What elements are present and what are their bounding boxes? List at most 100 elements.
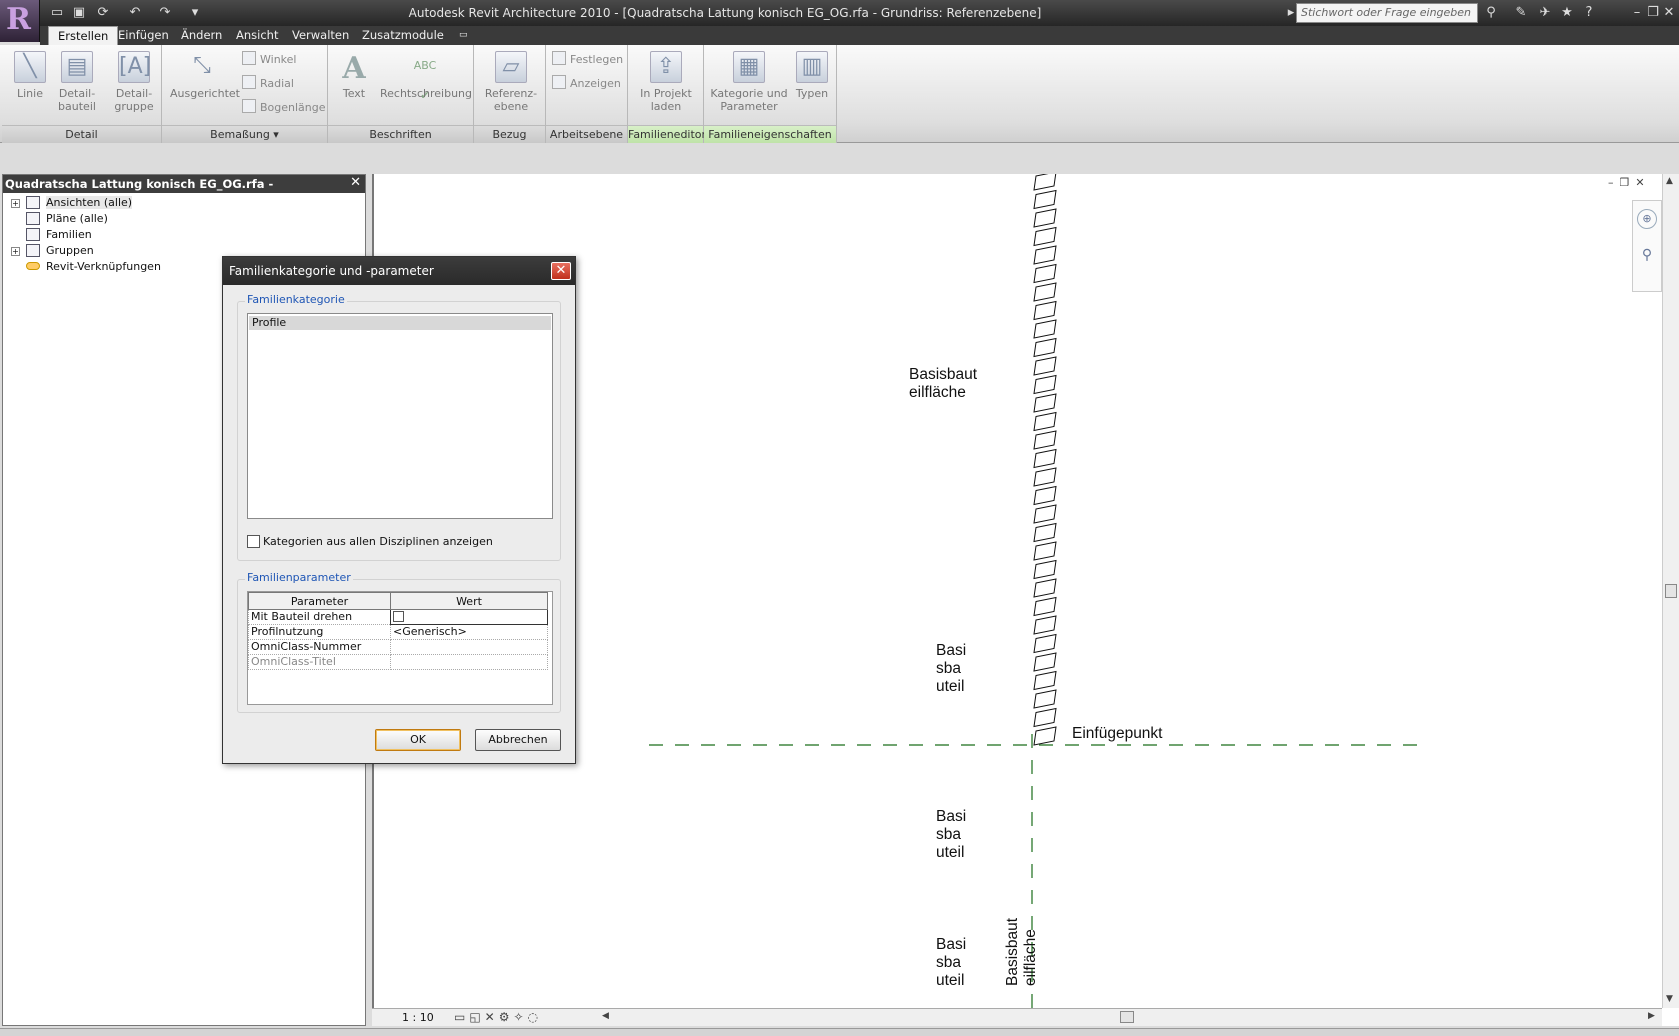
category-list[interactable]: Profile — [247, 313, 553, 519]
lath-segment — [1033, 633, 1057, 654]
ok-button[interactable]: OK — [375, 729, 461, 751]
typen-button[interactable]: ▥ Typen — [792, 49, 832, 100]
category-item-profile[interactable]: Profile — [249, 316, 551, 330]
window-title: Autodesk Revit Architecture 2010 - [Quad… — [408, 6, 1042, 20]
zoom-icon[interactable]: ⚲ — [1637, 247, 1657, 267]
scroll-thumb[interactable] — [1665, 584, 1677, 598]
ribbon-minimize-icon[interactable]: ▭ — [450, 26, 477, 45]
tab-erstellen[interactable]: Erstellen — [48, 26, 119, 45]
scroll-down-icon[interactable]: ▼ — [1666, 994, 1673, 1004]
radial-icon — [242, 75, 256, 89]
panel-dropdown-icon: ▾ — [273, 128, 279, 141]
tab-zusatzmodule[interactable]: Zusatzmodule — [353, 26, 453, 45]
application-menu-button[interactable]: R — [0, 0, 40, 42]
lath-segment — [1033, 652, 1057, 672]
close-icon[interactable]: ✕ — [551, 262, 571, 280]
lath-segment — [1033, 393, 1057, 413]
scroll-left-icon[interactable]: ◀ — [602, 1011, 609, 1021]
category-parameters-icon: ▦ — [733, 51, 765, 83]
param-value[interactable]: <Generisch> — [390, 624, 548, 640]
rechtschreibung-button[interactable]: ABC ✔ Rechtschreibung — [380, 49, 472, 102]
expand-icon[interactable]: + — [11, 199, 20, 208]
panel-detail: ╲ Linie ▤ Detail- bauteil [A] Detail- grupp… — [2, 45, 162, 143]
favorites-icon[interactable]: ★ — [1558, 4, 1576, 22]
panel-familieneditor: ⇪ In Projekt laden Familieneditor — [628, 45, 706, 143]
panel-bezug-label: Bezug — [474, 125, 545, 143]
lath-segment — [1033, 504, 1057, 524]
params-group-label: Familienparameter — [245, 571, 353, 584]
scroll-right-icon[interactable]: ▶ — [1648, 1011, 1655, 1021]
close-icon[interactable]: ✕ — [1660, 4, 1678, 22]
detailgruppe-button[interactable]: [A] Detail- gruppe — [110, 49, 158, 113]
in-projekt-laden-button[interactable]: ⇪ In Projekt laden — [634, 49, 698, 113]
save-icon[interactable]: ▣ — [70, 4, 88, 22]
tab-aendern[interactable]: Ändern — [172, 26, 231, 45]
open-icon[interactable]: ▭ — [48, 4, 66, 22]
tab-einfuegen[interactable]: Einfügen — [109, 26, 178, 45]
ausgerichtet-button[interactable]: ⤡ Ausgerichtet — [170, 49, 240, 100]
panel-bemassung-label[interactable]: Bemaßung ▾ — [162, 125, 327, 143]
lath-segment — [1033, 522, 1057, 543]
tab-verwalten[interactable]: Verwalten — [283, 26, 358, 45]
lath-segment — [1033, 174, 1057, 191]
tree-item-gruppen[interactable]: + Gruppen — [11, 243, 94, 259]
tab-ansicht[interactable]: Ansicht — [227, 26, 287, 45]
kategorie-und-parameter-button[interactable]: ▦ Kategorie und Parameter — [710, 49, 788, 113]
panel-arbeitsebene-label: Arbeitsebene — [546, 125, 627, 143]
vertical-scrollbar[interactable]: ▲ ▼ — [1662, 174, 1679, 1008]
panel-detail-label: Detail — [2, 125, 161, 143]
set-workplane-icon — [552, 51, 566, 65]
view-control-icons[interactable]: ▭◱✕⚙✧◌ — [454, 1010, 542, 1024]
tree-item-familien[interactable]: Familien — [26, 227, 92, 243]
expand-icon[interactable]: + — [11, 247, 20, 256]
show-workplane-icon — [552, 75, 566, 89]
all-disciplines-label: Kategorien aus allen Disziplinen anzeige… — [263, 535, 493, 548]
lath-segment — [1033, 448, 1057, 469]
status-bar — [0, 1028, 1679, 1036]
tree-item-ansichten[interactable]: + Ansichten (alle) — [11, 195, 133, 211]
table-row: Profilnutzung <Generisch> — [248, 624, 548, 640]
label-basisbauteilflaeche: Basisbaut eilfläche — [909, 366, 978, 401]
redo-icon[interactable]: ↷ — [156, 4, 174, 22]
tree-item-plaene[interactable]: Pläne (alle) — [26, 211, 108, 227]
communication-icon[interactable]: ✈ — [1536, 4, 1554, 22]
detailbauteil-button[interactable]: ▤ Detail- bauteil — [54, 49, 100, 113]
view-window-controls[interactable]: –❐✕ — [1608, 176, 1651, 189]
text-button[interactable]: A Text — [334, 49, 374, 100]
ribbon-tabs: Erstellen Einfügen Ändern Ansicht Verwal… — [40, 26, 1679, 45]
all-disciplines-checkbox[interactable] — [247, 535, 260, 548]
winkel-button[interactable]: Winkel — [242, 51, 296, 69]
festlegen-button[interactable]: Festlegen — [552, 51, 623, 69]
sync-icon[interactable]: ⟳ — [94, 4, 112, 22]
undo-icon[interactable]: ↶ — [126, 4, 144, 22]
search-input[interactable]: Stichwort oder Frage eingeben — [1296, 3, 1478, 23]
tree-item-revit-verknuepfungen[interactable]: Revit-Verknüpfungen — [26, 259, 161, 275]
binoculars-icon[interactable]: ⚲ — [1482, 4, 1500, 22]
table-row: OmniClass-Titel — [248, 654, 548, 670]
family-types-icon: ▥ — [796, 51, 828, 83]
views-icon — [26, 196, 40, 209]
help-icon[interactable]: ? — [1580, 4, 1598, 22]
view-scale[interactable]: 1 : 10 — [402, 1011, 434, 1024]
params-table-frame: Parameter Wert Mit Bauteil drehen Profiln… — [247, 591, 553, 705]
angle-icon — [242, 51, 256, 65]
label-basisbauteilflaeche-rotated: Basisbaut eilfläche — [1004, 917, 1039, 986]
param-value-checkbox[interactable] — [390, 609, 548, 625]
family-category-dialog: Familienkategorie und -parameter ✕ Famil… — [222, 256, 576, 764]
referenzebene-button[interactable]: ▱ Referenz- ebene — [482, 49, 540, 113]
horizontal-scroll-thumb[interactable] — [1120, 1011, 1134, 1023]
steering-wheel-icon[interactable]: ⊕ — [1637, 209, 1657, 229]
cancel-button[interactable]: Abbrechen — [475, 729, 561, 751]
anzeigen-button[interactable]: Anzeigen — [552, 75, 621, 93]
linie-button[interactable]: ╲ Linie — [8, 49, 52, 100]
subscription-icon[interactable]: ✎ — [1512, 4, 1530, 22]
close-icon[interactable]: ✕ — [350, 175, 361, 190]
rotate-with-component-checkbox[interactable] — [393, 611, 404, 622]
param-value[interactable] — [390, 639, 548, 655]
detail-group-icon: [A] — [118, 51, 151, 83]
scroll-up-icon[interactable]: ▲ — [1666, 176, 1673, 186]
ribbon-gap — [0, 143, 1679, 175]
qat-dropdown-icon[interactable]: ▾ — [186, 4, 204, 22]
bogenlaenge-button[interactable]: Bogenlänge — [242, 99, 326, 117]
radial-button[interactable]: Radial — [242, 75, 294, 93]
